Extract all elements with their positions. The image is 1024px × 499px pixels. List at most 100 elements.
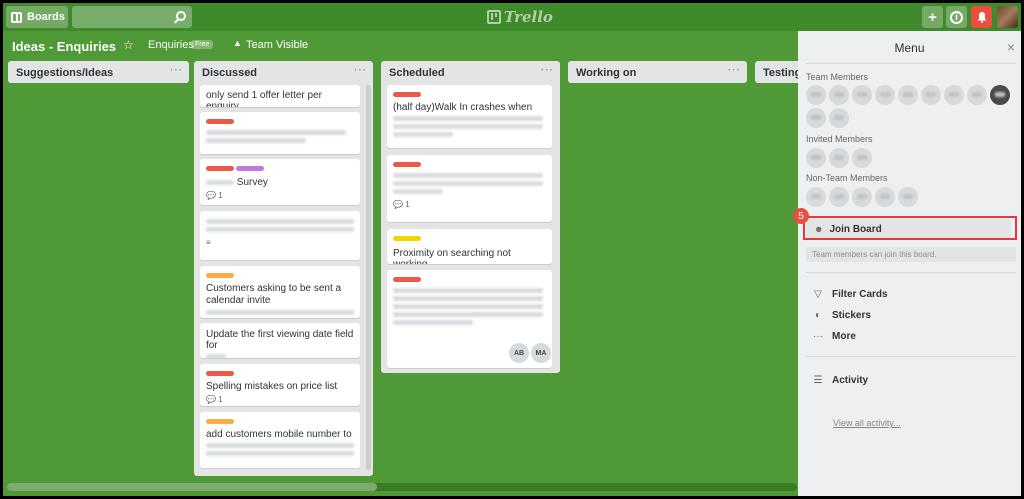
list-scrollbar[interactable] bbox=[366, 85, 371, 470]
member-avatar[interactable] bbox=[806, 148, 826, 168]
more-item[interactable]: ··· More bbox=[812, 331, 856, 342]
stickers-item[interactable]: ◐ Stickers bbox=[812, 310, 871, 321]
list-header[interactable]: Discussed ··· bbox=[194, 61, 373, 83]
star-icon[interactable]: ☆ bbox=[123, 38, 134, 52]
trello-logo[interactable]: Trello bbox=[487, 8, 553, 26]
card[interactable]: (half day)Walk In crashes when bbox=[387, 85, 552, 148]
info-button[interactable]: i bbox=[946, 6, 967, 28]
description-icon: ≡ bbox=[206, 238, 211, 247]
member-avatar[interactable] bbox=[875, 187, 895, 207]
member-avatar[interactable] bbox=[875, 85, 895, 105]
app-frame: Boards Trello + i Ideas - Enquiries ☆ En… bbox=[3, 3, 1021, 496]
redacted-text bbox=[393, 320, 473, 325]
team-members-label: Team Members bbox=[806, 72, 869, 82]
member-avatar[interactable] bbox=[944, 85, 964, 105]
member-avatar[interactable] bbox=[898, 85, 918, 105]
filter-icon: ▽ bbox=[814, 289, 822, 300]
redacted-text bbox=[393, 189, 443, 194]
member-avatar[interactable] bbox=[967, 85, 987, 105]
comment-count: 1 bbox=[218, 395, 223, 404]
list-header[interactable]: Scheduled ··· bbox=[381, 61, 560, 83]
comment-badge: 💬 1 bbox=[206, 395, 354, 404]
visibility-button[interactable]: Team Visible bbox=[246, 39, 308, 51]
redacted-text bbox=[206, 354, 226, 358]
member-avatar[interactable] bbox=[806, 85, 826, 105]
card[interactable]: Survey 💬 1 bbox=[200, 159, 360, 205]
member-avatar[interactable] bbox=[806, 187, 826, 207]
card[interactable]: Spelling mistakes on price list 💬 1 bbox=[200, 364, 360, 406]
list-menu-icon[interactable]: ··· bbox=[541, 65, 554, 76]
view-all-activity-link[interactable]: View all activity... bbox=[833, 418, 901, 428]
add-button[interactable]: + bbox=[922, 6, 943, 28]
card[interactable]: Customers asking to be sent a calendar i… bbox=[200, 266, 360, 318]
comment-count: 1 bbox=[405, 200, 410, 209]
card[interactable]: Update the first viewing date field for bbox=[200, 323, 360, 358]
highlight-box bbox=[803, 216, 1017, 240]
card[interactable]: 💬 1 bbox=[387, 155, 552, 222]
member-avatar[interactable] bbox=[829, 108, 849, 128]
card-title: (half day)Walk In crashes when bbox=[393, 102, 533, 113]
join-hint: Team members can join this board. bbox=[806, 247, 1016, 262]
divider bbox=[806, 63, 1016, 64]
member-avatar[interactable] bbox=[921, 85, 941, 105]
list-discussed: Discussed ··· only send 1 offer letter p… bbox=[194, 61, 373, 476]
redacted-text bbox=[393, 116, 543, 121]
notifications-button[interactable] bbox=[971, 6, 992, 28]
more-label: More bbox=[832, 331, 856, 342]
horizontal-scrollbar-thumb[interactable] bbox=[7, 483, 377, 491]
trello-logo-icon bbox=[487, 10, 501, 24]
member-avatar[interactable] bbox=[852, 85, 872, 105]
team-name[interactable]: Enquiries bbox=[148, 39, 194, 51]
member-avatar[interactable] bbox=[829, 85, 849, 105]
label-red bbox=[206, 371, 234, 376]
member-avatar[interactable] bbox=[898, 187, 918, 207]
close-icon[interactable]: × bbox=[1007, 39, 1015, 55]
user-avatar[interactable] bbox=[997, 6, 1018, 28]
member-avatar[interactable] bbox=[852, 187, 872, 207]
filter-cards-item[interactable]: ▽ Filter Cards bbox=[812, 289, 887, 300]
card[interactable]: AB MA bbox=[387, 270, 552, 368]
member-avatar[interactable] bbox=[829, 187, 849, 207]
redacted-text bbox=[206, 451, 354, 456]
activity-icon: ☰ bbox=[813, 375, 823, 386]
list-header[interactable]: Suggestions/Ideas ··· bbox=[8, 61, 189, 83]
list-title: Discussed bbox=[202, 67, 258, 79]
list-header[interactable]: Working on ··· bbox=[568, 61, 747, 83]
search-icon[interactable] bbox=[176, 11, 186, 21]
list-menu-icon[interactable]: ··· bbox=[170, 65, 183, 76]
divider bbox=[806, 356, 1016, 357]
list-title: Testing bbox=[763, 67, 802, 79]
member-avatar[interactable] bbox=[806, 108, 826, 128]
search-input[interactable] bbox=[72, 6, 192, 28]
label-red bbox=[393, 162, 421, 167]
card[interactable]: Proximity on searching not working bbox=[387, 229, 552, 264]
redacted-text bbox=[206, 219, 354, 224]
card[interactable]: only send 1 offer letter per enquiry bbox=[200, 85, 360, 107]
card[interactable] bbox=[200, 112, 360, 154]
label-red bbox=[206, 166, 234, 171]
bell-icon bbox=[977, 12, 986, 23]
stickers-label: Stickers bbox=[832, 310, 871, 321]
list-menu-icon[interactable]: ··· bbox=[354, 65, 367, 76]
member-avatar[interactable]: AB bbox=[509, 343, 529, 363]
boards-button[interactable]: Boards bbox=[6, 6, 68, 28]
member-avatar[interactable] bbox=[829, 148, 849, 168]
label-yellow bbox=[393, 236, 421, 241]
member-avatar[interactable] bbox=[990, 85, 1010, 105]
list-menu-icon[interactable]: ··· bbox=[728, 65, 741, 76]
label-orange bbox=[206, 273, 234, 278]
non-team-members-label: Non-Team Members bbox=[806, 173, 888, 183]
label-red bbox=[393, 277, 421, 282]
team-icon: ▲ bbox=[233, 38, 242, 48]
redacted-text bbox=[393, 304, 543, 309]
list-scheduled: Scheduled ··· (half day)Walk In crashes … bbox=[381, 61, 560, 373]
activity-item[interactable]: ☰ Activity bbox=[812, 375, 869, 386]
board-title[interactable]: Ideas - Enquiries bbox=[12, 39, 116, 54]
card-title: Spelling mistakes on price list bbox=[206, 381, 338, 392]
boards-label: Boards bbox=[27, 11, 65, 23]
member-avatar[interactable]: MA bbox=[531, 343, 551, 363]
member-avatar[interactable] bbox=[852, 148, 872, 168]
comment-icon: 💬 bbox=[206, 395, 216, 404]
card[interactable]: add customers mobile number to bbox=[200, 412, 360, 468]
card[interactable]: ≡ bbox=[200, 211, 360, 260]
